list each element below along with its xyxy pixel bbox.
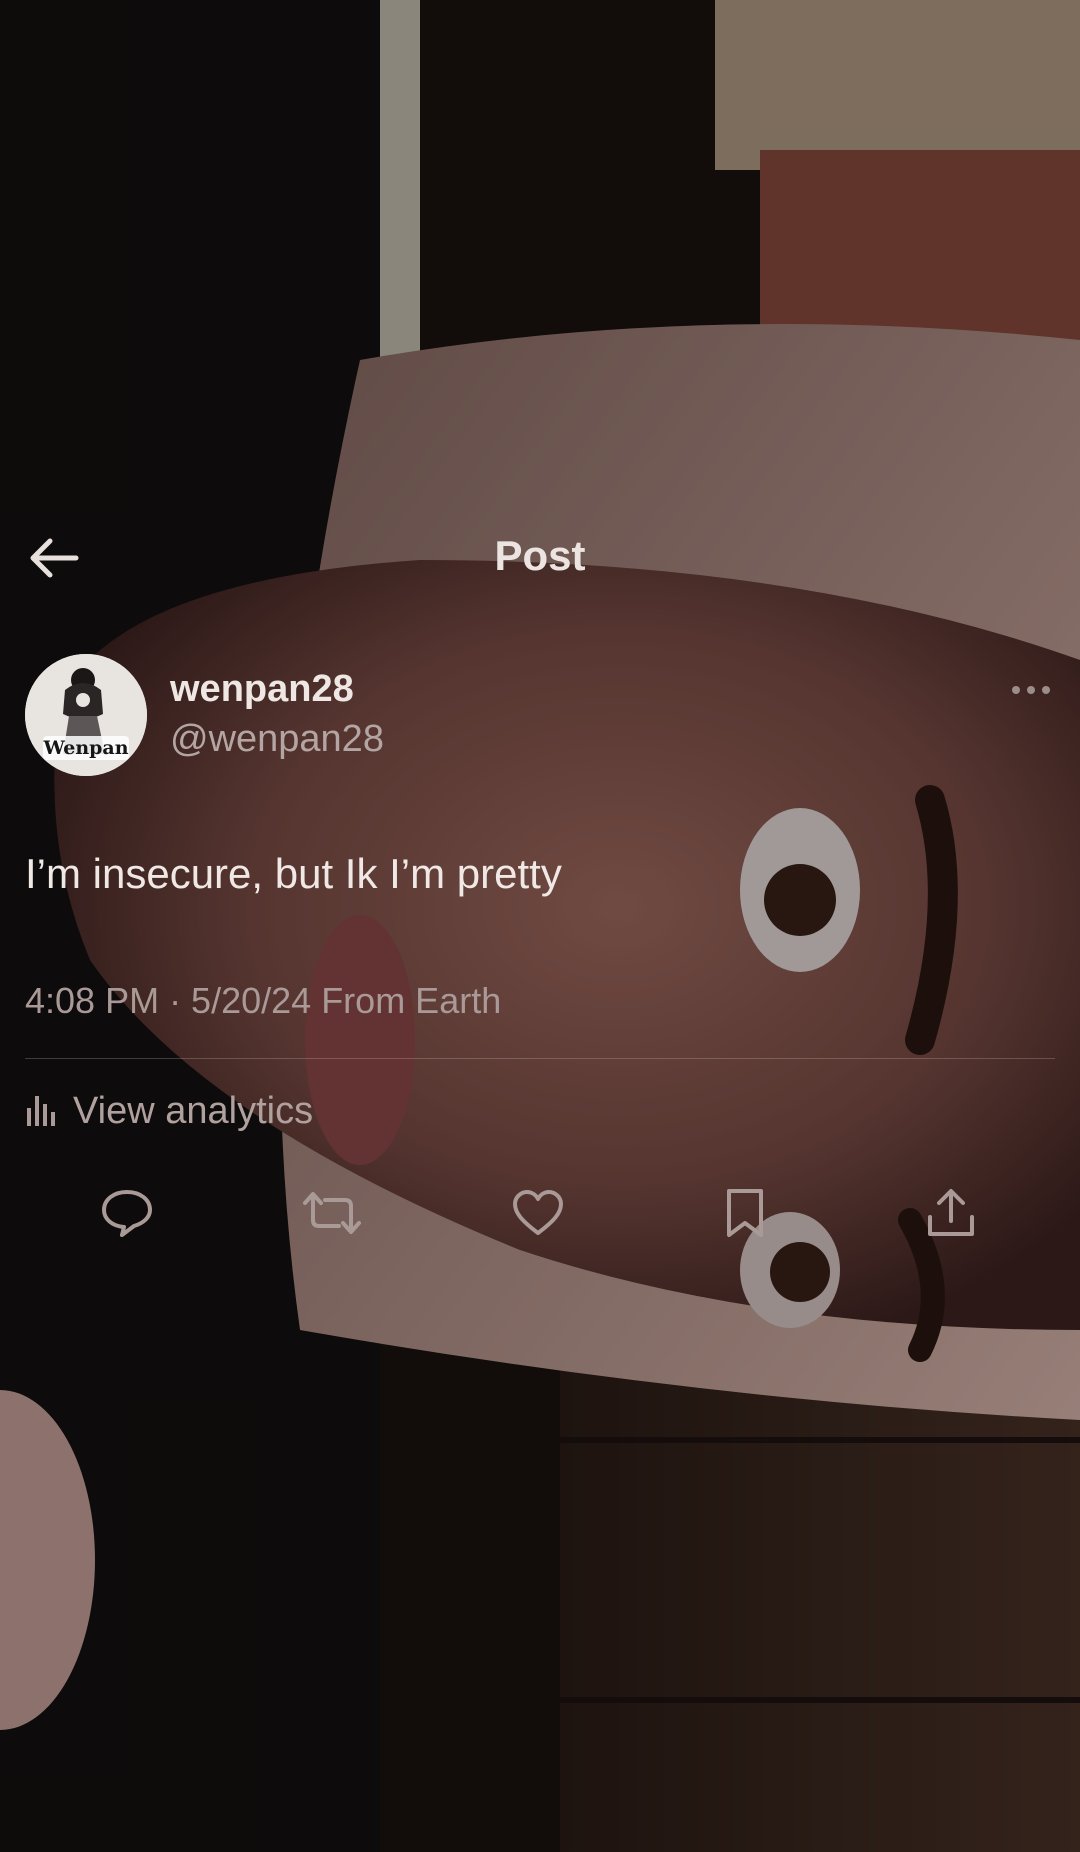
post-screen: Post Wenpan wenpan28 @wenpan28 I’m insec… xyxy=(0,0,1080,1852)
author-handle[interactable]: @wenpan28 xyxy=(170,718,384,761)
photo-dim-overlay xyxy=(0,0,1080,1852)
avatar-text: Wenpan xyxy=(42,737,128,759)
reply-icon xyxy=(100,1188,154,1243)
page-title: Post xyxy=(494,532,586,579)
like-icon xyxy=(512,1189,564,1242)
bar-chart-icon xyxy=(25,1092,57,1131)
more-horizontal-icon xyxy=(1011,682,1051,700)
author-display-name[interactable]: wenpan28 xyxy=(170,668,354,711)
repost-icon xyxy=(303,1190,361,1241)
repost-button[interactable] xyxy=(297,1180,367,1250)
bookmark-icon xyxy=(725,1187,765,1244)
like-button[interactable] xyxy=(503,1180,573,1250)
divider xyxy=(25,1058,1055,1059)
post-timestamp[interactable]: 4:08 PM · 5/20/24 xyxy=(25,980,311,1021)
view-analytics-button[interactable]: View analytics xyxy=(25,1090,313,1133)
more-options-button[interactable] xyxy=(1005,674,1057,708)
share-icon xyxy=(926,1187,976,1244)
reply-button[interactable] xyxy=(92,1180,162,1250)
share-button[interactable] xyxy=(916,1180,986,1250)
post-meta: 4:08 PM · 5/20/24 From Earth xyxy=(25,980,501,1022)
avatar-illustration: Wenpan xyxy=(25,654,147,776)
avatar[interactable]: Wenpan xyxy=(25,654,147,776)
top-bar: Post xyxy=(0,520,1080,600)
bookmark-button[interactable] xyxy=(710,1180,780,1250)
post-text: I’m insecure, but Ik I’m pretty xyxy=(25,850,562,897)
post-action-bar xyxy=(0,1180,1080,1250)
view-analytics-label: View analytics xyxy=(73,1090,314,1132)
post-location: From Earth xyxy=(321,980,502,1021)
